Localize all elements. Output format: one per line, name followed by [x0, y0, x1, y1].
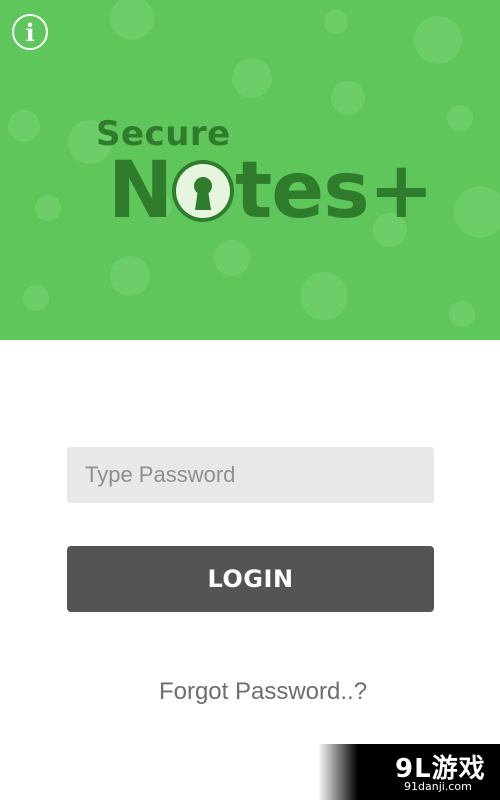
forgot-password-link[interactable]: Forgot Password..?: [0, 678, 500, 706]
keyhole-icon: [172, 160, 234, 222]
logo-n-text: N: [108, 146, 174, 236]
logo-tes-text: tes+: [235, 146, 434, 236]
watermark-url-text: 91danji.com: [404, 780, 472, 793]
login-button[interactable]: LOGIN: [67, 546, 434, 612]
password-input[interactable]: [67, 447, 434, 503]
app-logo: Secure N tes+: [0, 0, 500, 340]
app-header: i Secure N tes+: [0, 0, 500, 340]
